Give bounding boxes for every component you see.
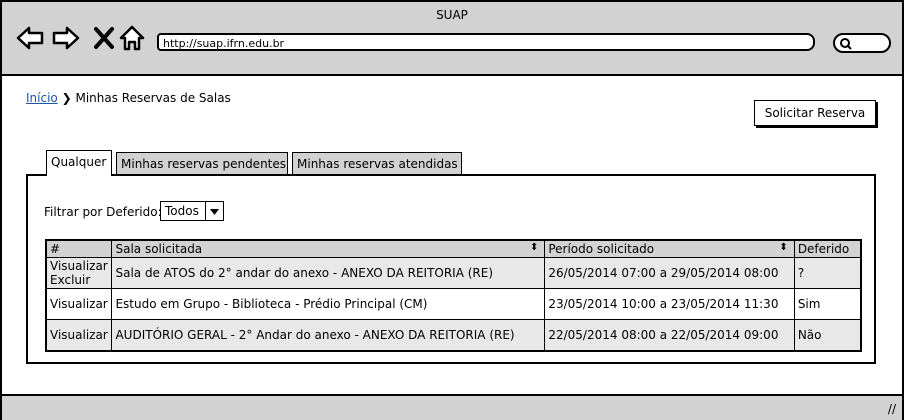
chevron-down-icon	[205, 202, 223, 220]
filter-label: Filtrar por Deferido:	[44, 205, 162, 219]
excluir-link[interactable]: Excluir	[50, 273, 108, 287]
sort-icon[interactable]: ⬍	[530, 242, 538, 253]
deferido-select-value: Todos	[165, 204, 199, 218]
search-icon	[840, 38, 852, 50]
column-header-sala[interactable]: Sala solicitada ⬍	[111, 239, 546, 258]
column-header-periodo[interactable]: Período solicitado ⬍	[544, 239, 795, 258]
forward-arrow-icon[interactable]	[52, 24, 80, 52]
sala-cell: Sala de ATOS do 2° andar do anexo - ANEX…	[111, 257, 546, 289]
visualizar-link[interactable]: Visualizar	[50, 328, 108, 342]
deferido-cell: Sim	[793, 288, 862, 320]
sala-cell: AUDITÓRIO GERAL - 2° Andar do anexo - AN…	[111, 319, 546, 352]
periodo-cell: 23/05/2014 10:00 a 23/05/2014 11:30	[544, 288, 795, 320]
column-header-deferido: Deferido	[793, 239, 862, 258]
periodo-cell: 26/05/2014 07:00 a 29/05/2014 08:00	[544, 257, 795, 289]
column-header-index: #	[45, 239, 113, 258]
table-row: Visualizar AUDITÓRIO GERAL - 2° Andar do…	[45, 319, 862, 352]
breadcrumb: Início ❯ Minhas Reservas de Salas	[26, 91, 231, 105]
visualizar-link[interactable]: Visualizar	[50, 297, 108, 311]
deferido-cell: ?	[793, 257, 862, 289]
status-bar: //	[2, 394, 902, 420]
deferido-select[interactable]: Todos	[160, 201, 224, 221]
browser-window: SUAP http://suap.ifrn.edu.br Início ❯ Mi…	[0, 0, 904, 420]
table-row: Visualizar Estudo em Grupo - Biblioteca …	[45, 288, 862, 320]
row-actions: Visualizar	[45, 288, 113, 320]
deferido-cell: Não	[793, 319, 862, 352]
sort-icon[interactable]: ⬍	[779, 242, 787, 253]
row-actions: Visualizar Excluir	[45, 257, 113, 289]
home-icon[interactable]	[118, 24, 146, 52]
breadcrumb-home-link[interactable]: Início	[26, 91, 58, 105]
resize-grip-icon[interactable]: //	[888, 402, 896, 416]
search-box[interactable]	[833, 33, 891, 53]
back-arrow-icon[interactable]	[16, 24, 44, 52]
table-row: Visualizar Excluir Sala de ATOS do 2° an…	[45, 257, 862, 289]
address-bar[interactable]: http://suap.ifrn.edu.br	[157, 33, 815, 51]
tab-atendidas[interactable]: Minhas reservas atendidas	[292, 152, 462, 174]
periodo-cell: 22/05/2014 08:00 a 22/05/2014 09:00	[544, 319, 795, 352]
window-title: SUAP	[436, 8, 468, 22]
visualizar-link[interactable]: Visualizar	[50, 259, 108, 273]
breadcrumb-current: Minhas Reservas de Salas	[75, 91, 231, 105]
solicitar-reserva-button[interactable]: Solicitar Reserva	[754, 100, 876, 126]
close-x-icon[interactable]	[90, 24, 118, 52]
browser-toolbar: SUAP http://suap.ifrn.edu.br	[2, 2, 902, 76]
tab-pendentes[interactable]: Minhas reservas pendentes	[116, 152, 288, 174]
tab-qualquer[interactable]: Qualquer	[46, 150, 112, 176]
breadcrumb-separator-icon: ❯	[61, 91, 72, 105]
row-actions: Visualizar	[45, 319, 113, 352]
reservas-table: # Sala solicitada ⬍ Período solicitado ⬍ D…	[45, 239, 862, 352]
sala-cell: Estudo em Grupo - Biblioteca - Prédio Pr…	[111, 288, 546, 320]
